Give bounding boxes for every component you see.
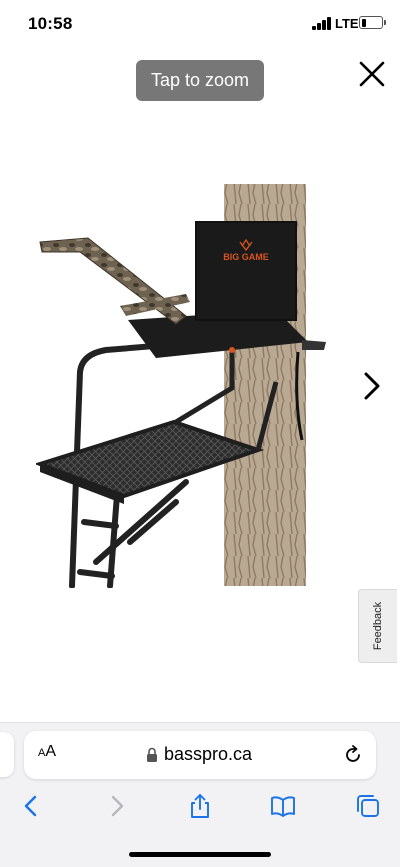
address-bar[interactable]: AA basspro.ca xyxy=(24,731,376,779)
feedback-button[interactable]: Feedback xyxy=(358,589,397,663)
battery-icon xyxy=(359,16,386,29)
bookmarks-icon[interactable] xyxy=(270,793,296,819)
close-icon[interactable] xyxy=(356,58,388,90)
brand-mark: BIG GAME xyxy=(223,252,269,262)
status-time: 10:58 xyxy=(28,14,73,33)
tabs-icon[interactable] xyxy=(355,793,381,819)
status-bar: 10:58 LTE xyxy=(0,0,400,48)
share-icon[interactable] xyxy=(187,793,213,819)
chevron-right-icon[interactable] xyxy=(358,368,386,404)
tap-to-zoom-hint[interactable]: Tap to zoom xyxy=(136,60,264,101)
lock-icon xyxy=(147,747,157,762)
home-indicator[interactable] xyxy=(129,852,271,857)
forward-icon[interactable] xyxy=(104,793,130,819)
url-domain[interactable]: basspro.ca xyxy=(164,744,252,765)
text-size-button[interactable]: AA xyxy=(38,743,56,761)
text-size-large: A xyxy=(45,743,57,760)
reload-icon[interactable] xyxy=(342,744,364,766)
signal-icon xyxy=(312,17,332,30)
network-type: LTE xyxy=(335,16,359,31)
product-image[interactable]: BIG GAME xyxy=(36,182,332,588)
previous-tab-card[interactable] xyxy=(0,732,14,777)
feedback-label: Feedback xyxy=(372,601,384,651)
back-icon[interactable] xyxy=(18,793,44,819)
